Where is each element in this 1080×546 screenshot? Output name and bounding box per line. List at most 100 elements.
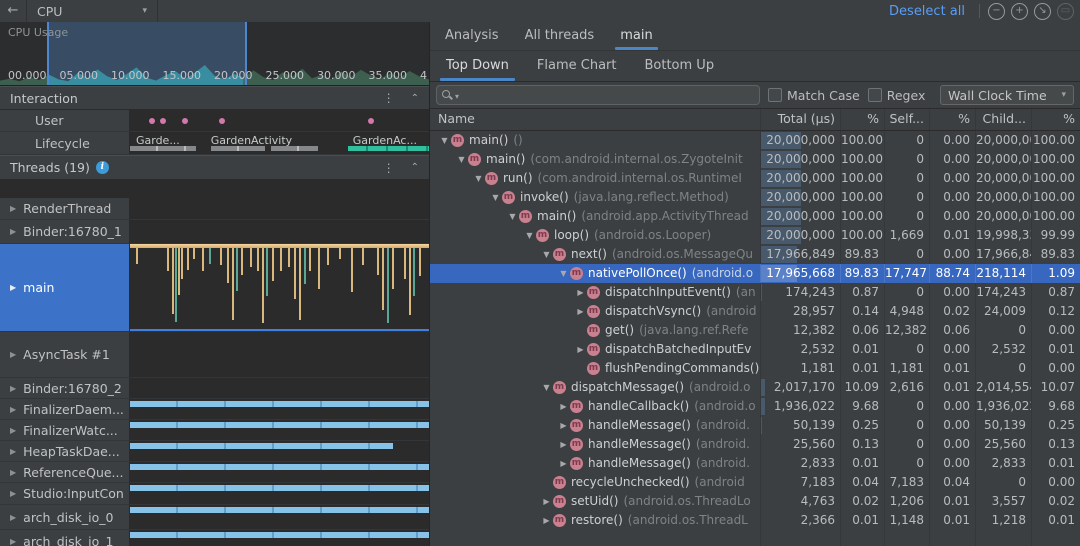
table-row[interactable]: ▼ m main() (android.app.ActivityThread 20,00… — [430, 207, 1080, 226]
table-row[interactable]: ▶ m handleMessage() (android. 50,139 0.25 0 0.0… — [430, 416, 1080, 435]
thread-activity-track[interactable] — [130, 441, 429, 462]
table-row[interactable]: ▶ m dispatchVsync() (android 28,957 0.14 4,948… — [430, 302, 1080, 321]
chevron-right-icon[interactable]: ▶ — [10, 283, 16, 292]
expand-arrow-icon[interactable]: ▼ — [540, 245, 553, 264]
thread-row[interactable]: ▶ AsyncTask #1 — [0, 332, 429, 378]
table-row[interactable]: ▶ m dispatchInputEvent() (an 174,243 0.87 0 0.0… — [430, 283, 1080, 302]
chevron-right-icon[interactable]: ▶ — [10, 204, 16, 213]
deselect-all-link[interactable]: Deselect all — [889, 4, 965, 19]
chevron-right-icon[interactable]: ▶ — [10, 468, 16, 477]
search-box[interactable]: ▾ — [436, 85, 760, 105]
thread-row[interactable]: ▶ main — [0, 244, 429, 332]
thread-row[interactable]: ▶ arch_disk_io_1 — [0, 530, 429, 546]
thread-row[interactable]: ▶ HeapTaskDae... — [0, 441, 429, 462]
column-header-total-pct[interactable]: % — [840, 109, 884, 130]
table-row[interactable]: m get() (java.lang.ref.Refe 12,382 0.06 12,38… — [430, 321, 1080, 340]
tab-analysis[interactable]: Analysis — [432, 22, 512, 50]
thread-row[interactable]: ▶ arch_disk_io_0 — [0, 505, 429, 530]
table-row[interactable]: mflushPendingCommands()(1,1810.011,1810.… — [430, 359, 1080, 378]
table-row[interactable]: ▶ m handleMessage() (android. 25,560 0.13 0 0.0… — [430, 435, 1080, 454]
thread-activity-track[interactable] — [130, 332, 429, 378]
thread-row[interactable]: ▶ FinalizerWatc... — [0, 420, 429, 441]
expand-arrow-icon[interactable]: ▶ — [540, 492, 553, 511]
table-row[interactable]: ▼ m loop() (android.os.Looper) 20,000,000 100… — [430, 226, 1080, 245]
chevron-right-icon[interactable]: ▶ — [10, 513, 16, 522]
expand-arrow-icon[interactable]: ▶ — [557, 435, 570, 454]
thread-activity-track[interactable] — [130, 462, 429, 483]
thread-row[interactable]: ▶ Binder:16780_2 — [0, 378, 429, 399]
subtab-top-down[interactable]: Top Down — [432, 51, 523, 81]
table-row[interactable]: ▶ m setUid() (android.os.ThreadLo 4,763 0.02 1… — [430, 492, 1080, 511]
tab-main[interactable]: main — [607, 22, 665, 50]
thread-row[interactable]: ▶ Binder:16780_1 — [0, 220, 429, 244]
expand-arrow-icon[interactable]: ▶ — [540, 511, 553, 530]
chevron-right-icon[interactable]: ▶ — [10, 537, 16, 546]
chevron-right-icon[interactable]: ▶ — [10, 426, 16, 435]
back-button[interactable]: ← — [0, 0, 26, 22]
table-row[interactable]: ▼ m main() (com.android.internal.os.ZygoteI… — [430, 150, 1080, 169]
table-row[interactable]: ▶ m dispatchBatchedInputEv 2,532 0.01 0 0.00 2,… — [430, 340, 1080, 359]
kebab-menu-icon[interactable]: ⋮ — [383, 161, 395, 175]
chevron-right-icon[interactable]: ▶ — [10, 227, 16, 236]
table-row[interactable]: ▼ m nativePollOnce() (android.o 17,965,668 89… — [430, 264, 1080, 283]
column-header-total[interactable]: Total (μs) — [760, 109, 840, 130]
table-row[interactable]: ▼mmain()()20,000,000100.0000.0020,000,00… — [430, 131, 1080, 150]
table-row[interactable]: ▼ m run() (com.android.internal.os.RuntimeI… — [430, 169, 1080, 188]
table-row[interactable]: ▶ m restore() (android.os.ThreadL 2,366 0.01 1… — [430, 511, 1080, 530]
expand-arrow-icon[interactable]: ▼ — [506, 207, 519, 226]
match-case-checkbox[interactable]: Match Case — [768, 88, 860, 103]
expand-arrow-icon[interactable]: ▶ — [574, 302, 587, 321]
subtab-bottom-up[interactable]: Bottom Up — [630, 51, 728, 81]
chevron-right-icon[interactable]: ▶ — [10, 384, 16, 393]
expand-arrow-icon[interactable]: ▼ — [455, 150, 468, 169]
expand-arrow-icon[interactable]: ▶ — [557, 397, 570, 416]
tab-all-threads[interactable]: All threads — [512, 22, 608, 50]
zoom-to-selection-button[interactable]: ▭ — [1057, 2, 1074, 20]
thread-activity-track[interactable] — [130, 220, 429, 244]
thread-row[interactable]: ▶ Studio:InputCon — [0, 483, 429, 505]
table-row[interactable]: ▼ m invoke() (java.lang.reflect.Method) 20,0… — [430, 188, 1080, 207]
zoom-out-button[interactable]: − — [988, 2, 1005, 20]
cpu-usage-chart[interactable]: CPU Usage 00.000 05.000 10.000 15.000 20.000… — [0, 22, 429, 86]
column-header-children[interactable]: Child... — [975, 109, 1031, 130]
thread-activity-track[interactable] — [130, 505, 429, 530]
thread-activity-track[interactable] — [130, 483, 429, 505]
thread-activity-track[interactable] — [130, 420, 429, 441]
column-header-name[interactable]: Name — [430, 109, 760, 130]
thread-row[interactable]: ▶ ReferenceQue... — [0, 462, 429, 483]
thread-row[interactable]: ▶ RenderThread — [0, 198, 429, 220]
thread-row[interactable]: ▶ FinalizerDaem... — [0, 399, 429, 420]
expand-arrow-icon[interactable]: ▼ — [438, 131, 451, 150]
expand-arrow-icon[interactable]: ▼ — [489, 188, 502, 207]
user-event-track[interactable] — [130, 110, 429, 132]
column-header-self-pct[interactable]: % — [929, 109, 975, 130]
chevron-right-icon[interactable]: ▶ — [10, 350, 16, 359]
expand-arrow-icon[interactable]: ▶ — [557, 416, 570, 435]
thread-activity-track[interactable] — [130, 198, 429, 220]
thread-activity-track[interactable] — [130, 530, 429, 546]
expand-arrow-icon[interactable]: ▼ — [540, 378, 553, 397]
lifecycle-track[interactable]: Garde... GardenActivity GardenAc... — [130, 132, 429, 155]
table-row[interactable]: ▼ m dispatchMessage() (android.o 2,017,170 10… — [430, 378, 1080, 397]
chevron-right-icon[interactable]: ▶ — [10, 447, 16, 456]
session-select[interactable]: CPU ▾ — [27, 0, 157, 22]
table-row[interactable]: m recycleUnchecked() (android 7,183 0.04 7,18… — [430, 473, 1080, 492]
column-header-children-pct[interactable]: % — [1031, 109, 1080, 130]
chevron-right-icon[interactable]: ▶ — [10, 405, 16, 414]
column-header-self[interactable]: Self... — [884, 109, 929, 130]
search-input[interactable] — [459, 87, 754, 103]
expand-arrow-icon[interactable]: ▼ — [557, 264, 570, 283]
table-row[interactable]: ▶ m handleCallback() (android.o 1,936,022 9.6… — [430, 397, 1080, 416]
regex-checkbox[interactable]: Regex — [867, 88, 925, 103]
zoom-in-button[interactable]: + — [1011, 2, 1028, 20]
thread-activity-track[interactable] — [130, 399, 429, 420]
clock-type-select[interactable]: Wall Clock Time ▾ — [940, 85, 1074, 105]
collapse-chevron-icon[interactable]: ⌃ — [411, 93, 419, 104]
thread-activity-track[interactable] — [130, 378, 429, 399]
table-row[interactable]: ▼ m next() (android.os.MessageQu 17,966,849 8… — [430, 245, 1080, 264]
table-row[interactable]: ▶ m handleMessage() (android. 2,833 0.01 0 0.00… — [430, 454, 1080, 473]
collapse-chevron-icon[interactable]: ⌃ — [411, 162, 419, 173]
expand-arrow-icon[interactable]: ▼ — [523, 226, 536, 245]
reset-zoom-button[interactable]: ↘ — [1034, 2, 1051, 20]
expand-arrow-icon[interactable]: ▶ — [557, 454, 570, 473]
